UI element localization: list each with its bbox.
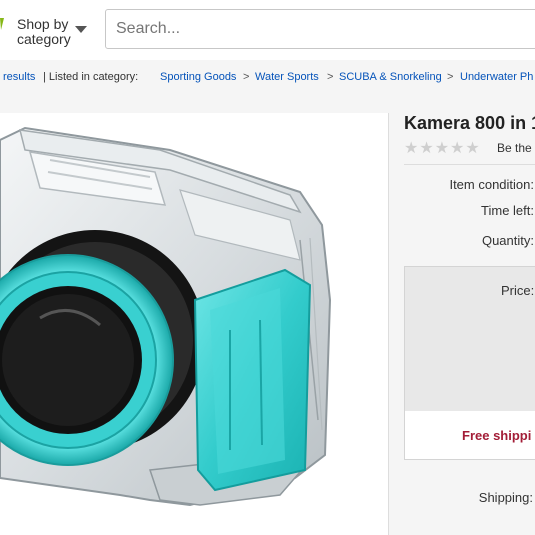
time-left-label: Time left: — [481, 203, 534, 218]
item-condition-label: Item condition: — [449, 177, 534, 192]
listed-in-label: | Listed in category: — [43, 71, 139, 83]
shop-by-line1: Shop by — [17, 16, 69, 32]
star-icon: ★ — [434, 140, 450, 157]
price-box: Price: — [404, 266, 535, 412]
free-shipping-text: Free shippi — [462, 428, 532, 443]
shop-by-category-button[interactable]: Shop by category — [17, 17, 71, 47]
write-review-link[interactable]: Be the f — [497, 141, 535, 155]
breadcrumb-separator: > — [327, 71, 334, 83]
divider — [404, 164, 535, 165]
back-to-results-link[interactable]: results — [3, 70, 35, 84]
breadcrumb-separator: > — [447, 71, 454, 83]
star-icon: ★ — [465, 140, 480, 157]
underwater-camera-housing-image[interactable] — [0, 113, 388, 535]
breadcrumb-item-sporting-goods[interactable]: Sporting Goods — [160, 70, 236, 84]
breadcrumb-item-underwater-photography[interactable]: Underwater Ph — [460, 70, 533, 84]
star-icon: ★ — [450, 140, 465, 157]
breadcrumb-separator: > — [243, 71, 250, 83]
search-box[interactable] — [105, 9, 535, 49]
breadcrumb-item-water-sports[interactable]: Water Sports — [255, 70, 319, 84]
rating-stars[interactable]: ★ ★ ★ ★ ★ — [404, 140, 480, 157]
star-icon: ★ — [404, 140, 419, 157]
breadcrumb-item-scuba-snorkeling[interactable]: SCUBA & Snorkeling — [339, 70, 442, 84]
logo-icon[interactable] — [0, 18, 6, 30]
product-title: Kamera 800 in 1 — [404, 113, 535, 133]
breadcrumb: results | Listed in category: Sporting G… — [0, 70, 535, 84]
price-label: Price: — [501, 283, 535, 298]
shipping-label: Shipping: — [478, 490, 533, 505]
search-input[interactable] — [107, 11, 535, 47]
free-shipping-box: Free shippi — [404, 411, 535, 460]
chevron-down-icon[interactable] — [75, 26, 87, 33]
quantity-label: Quantity: — [481, 233, 534, 248]
star-icon: ★ — [419, 140, 434, 157]
header-bar: Shop by category — [0, 0, 535, 60]
shop-by-line2: category — [17, 31, 71, 47]
product-image-panel[interactable] — [0, 113, 389, 535]
